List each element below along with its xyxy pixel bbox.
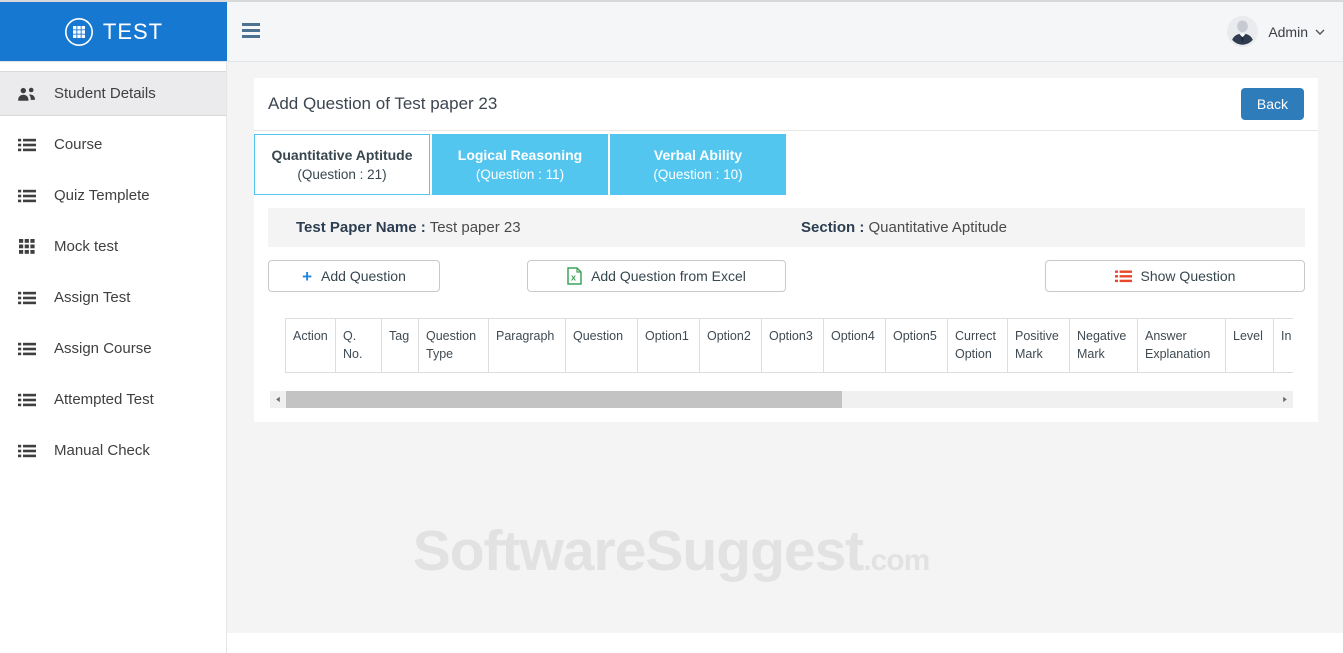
sidebar-item-attempted-test[interactable]: Attempted Test <box>0 377 226 422</box>
list-icon <box>17 393 37 407</box>
sidebar-item-label: Quiz Templete <box>54 187 150 204</box>
column-header-option2: Option2 <box>699 318 762 373</box>
sidebar-item-label: Course <box>54 136 103 153</box>
test-paper-info-bar: Test Paper Name : Test paper 23 Section … <box>268 208 1305 247</box>
sidebar-item-label: Assign Test <box>54 289 131 306</box>
sidebar-item-course[interactable]: Course <box>0 122 226 167</box>
scroll-right-icon[interactable]: ► <box>1280 392 1290 407</box>
add-question-button[interactable]: + Add Question <box>268 260 440 292</box>
tab-verbal-ability[interactable]: Verbal Ability (Question : 10) <box>610 134 786 195</box>
grid-logo-icon <box>64 17 94 47</box>
main-panel: Add Question of Test paper 23 Back Quant… <box>254 78 1318 422</box>
sidebar-item-mock-test[interactable]: Mock test <box>0 224 226 269</box>
tab-title: Logical Reasoning <box>457 147 583 163</box>
sidebar-item-label: Mock test <box>54 238 119 255</box>
sidebar-item-label: Student Details <box>54 85 156 102</box>
page-title: Add Question of Test paper 23 <box>268 94 498 113</box>
column-header-tag: Tag <box>381 318 419 373</box>
list-icon <box>1114 270 1132 283</box>
column-header-question: Question <box>565 318 638 373</box>
column-header-option1: Option1 <box>637 318 700 373</box>
show-question-button[interactable]: Show Question <box>1045 260 1305 292</box>
sidebar-item-student-details[interactable]: Student Details <box>0 71 226 116</box>
column-header-paragraph: Paragraph <box>488 318 566 373</box>
add-question-from-excel-button[interactable]: x Add Question from Excel <box>527 260 786 292</box>
tab-logical-reasoning[interactable]: Logical Reasoning (Question : 11) <box>432 134 608 195</box>
sidebar-item-quiz-templete[interactable]: Quiz Templete <box>0 173 226 218</box>
panel-header: Add Question of Test paper 23 Back <box>254 78 1318 131</box>
tab-title: Verbal Ability <box>653 147 743 163</box>
scrollbar-thumb[interactable] <box>286 391 842 408</box>
column-header-answer-explanation: Answer Explanation <box>1137 318 1226 373</box>
horizontal-scrollbar[interactable]: ◄ ► <box>270 391 1293 408</box>
sidebar: Student Details Course Quiz Templete Mock t… <box>0 62 227 653</box>
column-header-in: In <box>1273 318 1293 373</box>
column-header-action: Action <box>285 318 336 373</box>
actions-row: + Add Question x Add Question from Excel <box>268 260 1305 292</box>
column-header-option3: Option3 <box>761 318 824 373</box>
list-icon <box>17 342 37 356</box>
column-header-negative-mark: Negative Mark <box>1069 318 1138 373</box>
column-header-currect-option: Currect Option <box>947 318 1008 373</box>
sidebar-item-label: Assign Course <box>54 340 152 357</box>
user-avatar-icon <box>1227 16 1259 47</box>
admin-label: Admin <box>1268 23 1308 40</box>
list-icon <box>17 189 37 203</box>
app-logo: TEST <box>0 2 227 61</box>
sidebar-item-manual-check[interactable]: Manual Check <box>0 428 226 473</box>
topbar: TEST Admin <box>0 0 1343 62</box>
tab-quantitative-aptitude[interactable]: Quantitative Aptitude (Question : 21) <box>254 134 430 195</box>
list-icon <box>17 138 37 152</box>
sidebar-item-label: Manual Check <box>54 442 150 459</box>
column-header-question-type: Question Type <box>418 318 489 373</box>
question-table: Action Q. No. Tag Question Type Paragraph Que… <box>285 318 1293 373</box>
column-header-q-no-: Q. No. <box>335 318 382 373</box>
sidebar-item-assign-course[interactable]: Assign Course <box>0 326 226 371</box>
logo-text: TEST <box>102 18 164 44</box>
hamburger-menu-icon[interactable] <box>242 23 260 38</box>
column-header-option5: Option5 <box>885 318 948 373</box>
back-button[interactable]: Back <box>1240 88 1304 120</box>
sidebar-item-label: Attempted Test <box>54 391 154 408</box>
section-tabs: Quantitative Aptitude (Question : 21) Logi… <box>254 134 1318 195</box>
svg-text:x: x <box>571 273 576 283</box>
section-name: Section : Quantitative Aptitude <box>801 219 1007 236</box>
tab-question-count: (Question : 10) <box>653 167 743 182</box>
column-header-level: Level <box>1225 318 1274 373</box>
tab-question-count: (Question : 21) <box>297 167 387 182</box>
column-header-positive-mark: Positive Mark <box>1007 318 1070 373</box>
tab-question-count: (Question : 11) <box>475 167 565 182</box>
list-icon <box>17 444 37 458</box>
plus-icon: + <box>302 266 313 286</box>
users-icon <box>17 86 37 102</box>
content-area: Add Question of Test paper 23 Back Quant… <box>227 62 1343 633</box>
sidebar-item-assign-test[interactable]: Assign Test <box>0 275 226 320</box>
question-table-wrap: Action Q. No. Tag Question Type Paragraph Que… <box>285 318 1293 373</box>
list-icon <box>17 291 37 305</box>
user-menu[interactable]: Admin <box>1227 2 1325 61</box>
column-header-option4: Option4 <box>823 318 886 373</box>
tab-title: Quantitative Aptitude <box>271 147 413 163</box>
grid-icon <box>17 239 37 254</box>
test-paper-name: Test Paper Name : Test paper 23 <box>296 219 521 236</box>
chevron-down-icon <box>1315 23 1325 41</box>
excel-file-icon: x <box>567 267 582 285</box>
table-header-row: Action Q. No. Tag Question Type Paragraph Que… <box>285 318 1293 373</box>
scroll-left-icon[interactable]: ◄ <box>273 392 283 407</box>
